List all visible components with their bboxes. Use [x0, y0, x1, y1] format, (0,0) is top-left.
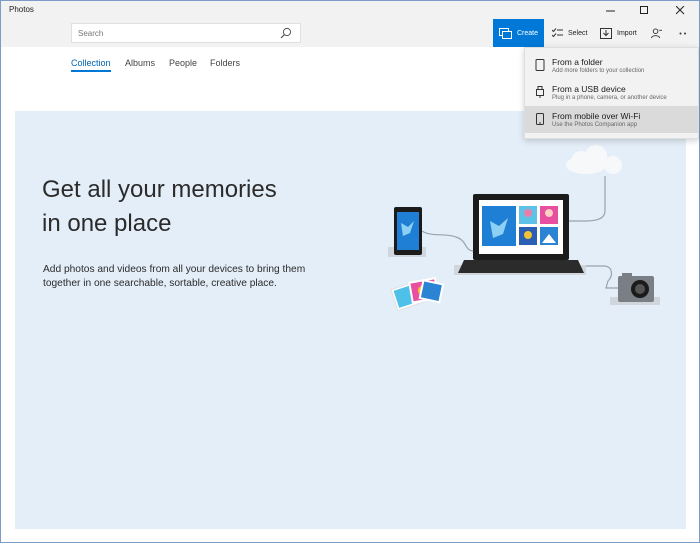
- close-button[interactable]: [663, 1, 697, 19]
- photos-window: Photos Create Select: [0, 0, 700, 543]
- headline-line-2: in one place: [42, 210, 172, 237]
- menu-item-title: From a folder: [552, 57, 603, 67]
- laptop-icon: [454, 194, 586, 275]
- more-icon: [679, 32, 686, 34]
- select-label: Select: [568, 29, 588, 37]
- import-label: Import: [617, 29, 637, 37]
- person-icon: [651, 27, 662, 38]
- search-box[interactable]: [71, 23, 301, 43]
- search-icon[interactable]: [280, 27, 292, 39]
- menu-item-subtitle: Use the Photos Companion app: [552, 122, 638, 128]
- tab-people[interactable]: People: [169, 58, 197, 68]
- account-button[interactable]: [651, 19, 667, 47]
- close-icon: [675, 5, 684, 14]
- camera-icon: [610, 273, 660, 305]
- maximize-icon: [639, 5, 648, 14]
- menu-item-title: From mobile over Wi-Fi: [552, 111, 641, 121]
- create-button[interactable]: Create: [493, 19, 544, 47]
- select-icon: [552, 28, 563, 38]
- import-button[interactable]: Import: [600, 19, 637, 47]
- menu-item-subtitle: Add more folders to your collection: [552, 68, 645, 74]
- phone-icon: [536, 113, 544, 125]
- import-dropdown-menu: From a folder Add more folders to your c…: [524, 47, 699, 139]
- devices-illustration: [388, 145, 660, 312]
- title-bar: Photos: [1, 1, 699, 19]
- smartphone-icon: [388, 207, 426, 257]
- usb-icon: [536, 86, 544, 98]
- headline-line-1: Get all your memories: [42, 176, 277, 203]
- search-input[interactable]: [72, 24, 278, 42]
- phone-cable: [421, 230, 475, 252]
- create-label: Create: [516, 29, 538, 37]
- minimize-button[interactable]: [593, 1, 627, 19]
- cloud-icon: [566, 145, 622, 174]
- menu-item-from-folder[interactable]: From a folder Add more folders to your c…: [525, 52, 698, 79]
- menu-item-subtitle: Plug in a phone, camera, or another devi…: [552, 95, 667, 101]
- minimize-icon: [605, 10, 615, 11]
- menu-item-title: From a USB device: [552, 84, 626, 94]
- app-title: Photos: [9, 5, 34, 14]
- menu-item-from-mobile-wifi[interactable]: From mobile over Wi-Fi Use the Photos Co…: [525, 106, 698, 133]
- maximize-button[interactable]: [627, 1, 661, 19]
- tab-folders[interactable]: Folders: [210, 58, 240, 68]
- import-icon: [600, 27, 612, 39]
- hero-description: Add photos and videos from all your devi…: [43, 264, 306, 289]
- more-button[interactable]: [679, 19, 693, 47]
- select-button[interactable]: Select: [552, 19, 587, 47]
- tab-collection[interactable]: Collection: [71, 58, 111, 68]
- folder-icon: [535, 59, 545, 71]
- hero-headline: Get all your memories in one place: [42, 173, 362, 241]
- menu-item-from-usb[interactable]: From a USB device Plug in a phone, camer…: [525, 79, 698, 106]
- tab-albums[interactable]: Albums: [125, 58, 155, 68]
- create-icon: [498, 27, 512, 39]
- active-tab-indicator: [71, 70, 111, 72]
- photo-stack-icon: [390, 277, 445, 312]
